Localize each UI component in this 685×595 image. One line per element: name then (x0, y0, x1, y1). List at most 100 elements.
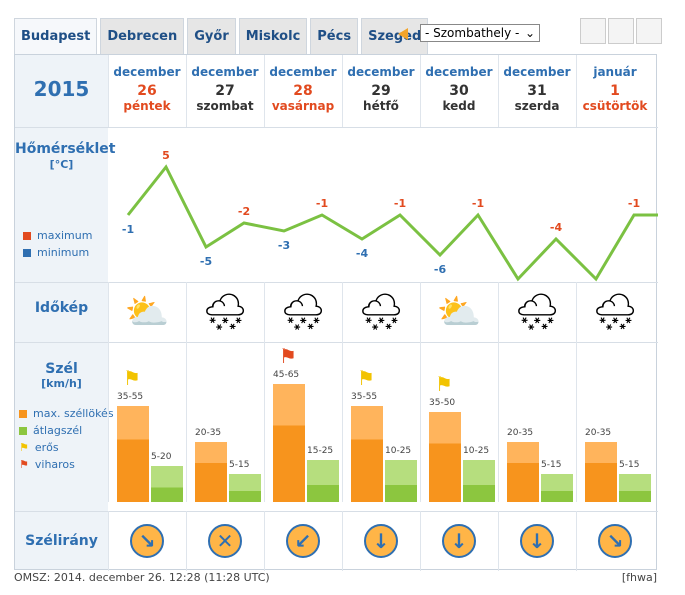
tab-budapest[interactable]: Budapest (14, 18, 98, 54)
wind-direction: ↙ (264, 511, 341, 571)
day-month: december (503, 65, 571, 79)
wind-direction: ↓ (420, 511, 497, 571)
day-date: 30 (449, 83, 469, 99)
view-icons (580, 18, 662, 44)
day-weekday: kedd (442, 99, 476, 113)
wind-direction: ↘ (576, 511, 653, 571)
day-weekday: vasárnap (271, 99, 335, 113)
min-temp-label: -6 (434, 263, 447, 276)
gust-bar (585, 442, 617, 502)
weather-icon: 🌨 (498, 282, 575, 342)
max-temp-label: -1 (394, 197, 406, 210)
legend-min: minimum (37, 246, 90, 259)
gust-bar (117, 406, 149, 502)
weather-icon: 🌨 (186, 282, 263, 342)
day-month: december (347, 65, 415, 79)
avg-label: 5-15 (229, 460, 250, 470)
chevron-down-icon: ⌄ (524, 26, 535, 40)
day-month: december (113, 65, 181, 79)
city-select[interactable]: - Szombathely - ⌄ (420, 24, 540, 42)
idokep-label: Időkép (34, 300, 89, 316)
avg-bar (307, 460, 339, 502)
avg-label: 5-20 (151, 452, 172, 462)
city-tabs: Budapest Debrecen Győr Miskolc Pécs Szeg… (14, 18, 429, 54)
wind-direction-icon: ↘ (598, 524, 632, 558)
tab-gyor[interactable]: Győr (187, 18, 236, 54)
min-temp-label: -5 (200, 255, 212, 268)
wind-unit: [km/h] (41, 377, 82, 390)
gust-label: 35-55 (351, 392, 378, 402)
day-date: 27 (215, 83, 235, 99)
day-weekday: péntek (123, 99, 171, 113)
max-temp-label: -2 (238, 205, 250, 218)
weather-icon: ⛅ (108, 282, 185, 342)
day-month: december (191, 65, 259, 79)
wind-direction-icon: ↓ (520, 524, 554, 558)
avg-label: 15-25 (307, 446, 334, 456)
tab-pecs[interactable]: Pécs (310, 18, 359, 54)
wind-label: Szél (45, 361, 78, 377)
footer-link[interactable]: [fhwa] (622, 571, 657, 584)
day-month: december (269, 65, 337, 79)
tab-debrecen[interactable]: Debrecen (100, 18, 185, 54)
gust-label: 20-35 (585, 428, 612, 438)
year-label: 2015 (33, 77, 90, 101)
day-header: december 27 szombat (186, 55, 263, 127)
max-temp-label: -1 (316, 197, 328, 210)
forecast-panel: 2015 december 26 péntek december 27 szom… (14, 54, 658, 571)
weather-icon: 🌨 (264, 282, 341, 342)
wind-cell: 20-35 5-15 (498, 342, 575, 502)
gust-label: 35-55 (117, 392, 144, 402)
direction-label: Szélirány (25, 533, 98, 549)
wind-cell: 20-35 5-15 (576, 342, 653, 502)
gust-label: 20-35 (507, 428, 534, 438)
avg-label: 5-15 (619, 460, 640, 470)
gust-bar (429, 412, 461, 502)
gust-label: 35-50 (429, 398, 456, 408)
avg-label: 10-25 (385, 446, 412, 456)
avg-bar (541, 474, 573, 502)
wind-direction-icon: ↙ (286, 524, 320, 558)
min-temp-label: -1 (122, 223, 134, 236)
wind-direction: ✕ (186, 511, 263, 571)
day-month: december (425, 65, 493, 79)
legend-strong: erős (34, 441, 59, 454)
gust-bar (273, 384, 305, 502)
day-header: december 29 hétfő (342, 55, 419, 127)
temperature-chart: -15-5-2-3-1-4-1-6-1-9-4-9-1 (122, 149, 658, 282)
legend-storm: viharos (34, 458, 75, 471)
gust-label: 45-65 (273, 370, 300, 380)
gust-bar (351, 406, 383, 502)
avg-bar (463, 460, 495, 502)
wind-direction-icon: ✕ (208, 524, 242, 558)
tab-miskolc[interactable]: Miskolc (238, 18, 308, 54)
wind-flag-icon: ⚑ (279, 344, 297, 368)
avg-bar (151, 466, 183, 502)
min-temp-label: -4 (356, 247, 369, 260)
day-weekday: szerda (514, 99, 560, 113)
wind-cell: 20-35 5-15 (186, 342, 263, 502)
wind-flag-icon: ⚑ (357, 366, 375, 390)
chart-view-icon[interactable] (636, 18, 662, 44)
day-header: december 28 vasárnap (264, 55, 341, 127)
wind-cell: ⚑ 35-55 10-25 (342, 342, 419, 502)
day-weekday: csütörtök (582, 99, 648, 113)
avg-bar (229, 474, 261, 502)
day-date: 1 (610, 83, 620, 99)
min-temp-label: -3 (278, 239, 290, 252)
back-arrow-icon[interactable] (392, 24, 412, 44)
wind-direction-icon: ↓ (364, 524, 398, 558)
max-temp-label: -4 (550, 221, 563, 234)
max-temp-label: 5 (162, 149, 170, 162)
legend-max: maximum (37, 229, 93, 242)
max-temp-label: -1 (628, 197, 640, 210)
table-view-icon[interactable] (608, 18, 634, 44)
wind-flag-icon: ⚑ (123, 366, 141, 390)
map-view-icon[interactable] (580, 18, 606, 44)
day-header: december 31 szerda (498, 55, 575, 127)
weather-icon: 🌨 (342, 282, 419, 342)
wind-direction: ↓ (498, 511, 575, 571)
wind-cell: ⚑ 35-50 10-25 (420, 342, 497, 502)
wind-cell: ⚑ 45-65 15-25 (264, 342, 341, 502)
day-weekday: szombat (196, 99, 254, 113)
